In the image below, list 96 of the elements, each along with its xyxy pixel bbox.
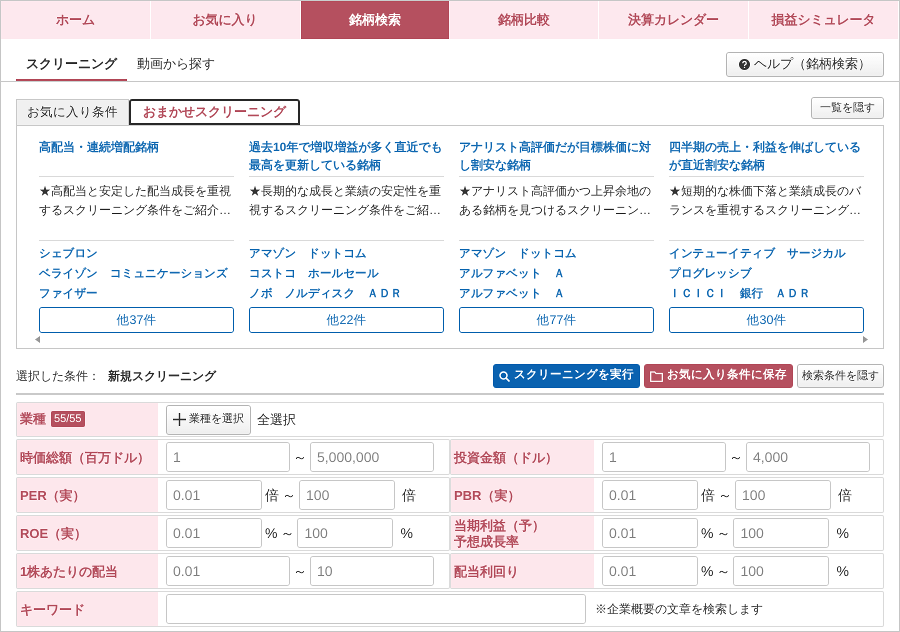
stock-link[interactable]: インテューイティブ サージカル [669,244,864,264]
number-field[interactable]: 0.01 [166,480,262,510]
field-label: 業種 [20,411,46,427]
selected-condition-label: 選択した条件： [16,368,100,385]
field-label: PBR（実） [451,478,594,512]
field-label: PER（実） [17,478,158,512]
tilde-separator: ～ [718,486,732,504]
stock-link[interactable]: アルファベット Ａ [459,284,654,304]
unit-text: 倍 [838,486,852,504]
nav-tab[interactable]: 銘柄比較 [449,1,600,39]
preset-title-link[interactable]: 高配当・連続増配銘柄 [39,138,234,177]
preset-tab[interactable]: お気に入り条件 [16,99,129,125]
selected-condition-value: 新規スクリーニング [108,368,216,385]
unit-text: 倍 [701,486,715,504]
tilde-separator: ～ [280,524,294,542]
preset-tab[interactable]: おまかせスクリーニング [129,99,300,125]
more-button[interactable]: 他37件 [39,307,234,333]
number-field[interactable]: 100 [735,480,831,510]
sub-tab[interactable]: 動画から探す [129,49,223,81]
preset-description: ★長期的な成長と業績の安定性を重視するスクリーニング条件をご紹… [249,177,444,241]
field-label: 配当利回り [451,554,594,588]
tilde-separator: ～ [716,562,730,580]
number-field[interactable]: 0.01 [602,556,698,586]
hide-list-button[interactable]: 一覧を隠す [811,97,884,119]
nav-tab[interactable]: 決算カレンダー [599,1,750,39]
number-field[interactable]: 10 [310,556,434,586]
field-label: キーワード [17,592,158,626]
keyword-note: ※企業概要の文章を検索します [595,601,763,618]
nav-tab[interactable]: ホーム [1,1,151,39]
preset-description: ★高配当と安定した配当成長を重視するスクリーニング条件をご紹介… [39,177,234,241]
unit-text: % [265,524,278,542]
preset-title-link[interactable]: 過去10年で増収増益が多く直近でも最高を更新している銘柄 [249,138,444,177]
number-field[interactable]: 100 [733,556,830,586]
stock-link[interactable]: コストコ ホールセール [249,264,444,284]
field-label: 予想成長率 [454,534,520,550]
number-field[interactable]: 0.01 [602,518,698,548]
preset-title-link[interactable]: 四半期の売上・利益を伸ばしているが直近割安な銘柄 [669,138,864,177]
number-field[interactable]: 1 [602,442,726,472]
field-label: 投資金額（ドル） [451,440,594,474]
stock-link[interactable]: プログレッシブ [669,264,864,284]
action-button[interactable]: 検索条件を隠す [797,364,884,388]
scroll-right-icon[interactable] [863,336,868,343]
unit-text: % [400,524,413,542]
unit-text: 倍 [402,486,416,504]
unit-text: % [701,524,714,542]
search-icon [499,370,510,382]
unit-text: 倍 [265,486,279,504]
stock-link[interactable]: ファイザー [39,284,234,304]
number-field[interactable]: 100 [733,518,830,548]
stock-link[interactable]: ベライゾン コミュニケーションズ [39,264,234,284]
folder-icon [650,370,663,382]
preset-description: ★短期的な株価下落と業績成長のバランスを重視するスクリーニング… [669,177,864,241]
select-all-text: 全選択 [257,410,296,429]
number-field[interactable]: 100 [297,518,394,548]
tilde-separator: ～ [729,448,743,466]
more-button[interactable]: 他22件 [249,307,444,333]
sub-tab[interactable]: スクリーニング [16,49,127,81]
stock-link[interactable]: シェブロン [39,244,234,264]
tilde-separator: ～ [716,524,730,542]
preset-description: ★アナリスト高評価かつ上昇余地のある銘柄を見つけるスクリーニン… [459,177,654,241]
more-button[interactable]: 他77件 [459,307,654,333]
field-label: 1株あたりの配当 [17,554,158,588]
tilde-separator: ～ [282,486,296,504]
action-button[interactable]: お気に入り条件に保存 [644,364,793,388]
stock-link[interactable]: ＩＣＩＣＩ 銀行 ＡＤＲ [669,284,864,304]
preset-title-link[interactable]: アナリスト高評価だが目標株価に対し割安な銘柄 [459,138,654,177]
number-field[interactable]: 0.01 [166,518,262,548]
plus-icon [173,413,186,426]
number-field[interactable]: 0.01 [602,480,698,510]
number-field[interactable]: 5,000,000 [310,442,434,472]
keyword-field[interactable] [166,594,586,624]
number-field[interactable]: 100 [299,480,395,510]
stock-link[interactable]: アマゾン ドットコム [459,244,654,264]
stock-link[interactable]: ノボ ノルディスク ＡＤＲ [249,284,444,304]
action-button[interactable]: スクリーニングを実行 [493,364,640,388]
count-badge: 55/55 [51,411,85,427]
field-label: 時価総額（百万ドル） [17,440,158,474]
field-label: ROE（実） [17,516,158,550]
field-label: 当期利益（予） [454,518,546,534]
stock-link[interactable]: アルファベット Ａ [459,264,654,284]
more-button[interactable]: 他30件 [669,307,864,333]
help-button[interactable]: ヘルプ（銘柄検索） [726,52,884,76]
select-industry-button[interactable]: 業種を選択 [166,404,251,434]
tilde-separator: ～ [293,562,307,580]
number-field[interactable]: 1 [166,442,290,472]
help-icon [739,58,750,70]
scroll-left-icon[interactable] [35,336,40,343]
unit-text: % [701,562,714,580]
unit-text: % [836,562,849,580]
number-field[interactable]: 0.01 [166,556,290,586]
number-field[interactable]: 4,000 [746,442,870,472]
tilde-separator: ～ [293,448,307,466]
nav-tab[interactable]: 銘柄検索 [300,1,450,39]
unit-text: % [836,524,849,542]
stock-link[interactable]: アマゾン ドットコム [249,244,444,264]
nav-tab[interactable]: 損益シミュレータ [749,1,899,39]
